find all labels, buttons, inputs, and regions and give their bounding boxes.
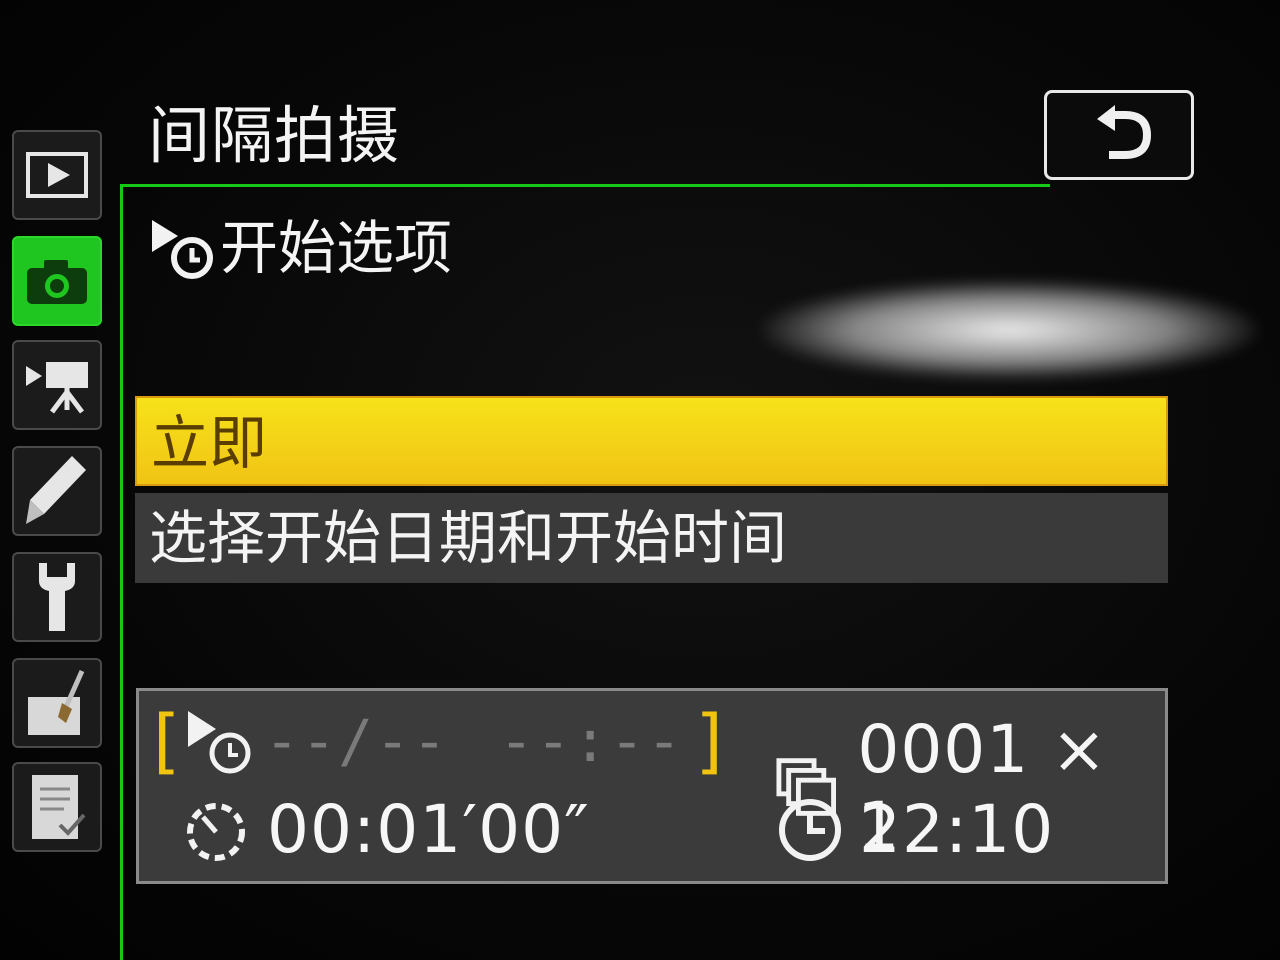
self-timer-icon [187,802,245,861]
tab-shooting-menu[interactable] [12,236,102,326]
interval-start-icon [188,711,251,774]
interval-summary-panel: [ --/-- --:-- ] 0001 × 1 00:01′00″ 22:10 [136,688,1168,884]
start-options-heading: 开始选项 [148,212,452,284]
bracket-open: [ [153,700,181,782]
clock-icon [779,798,841,861]
interval-value: 00:01′00″ [267,791,590,868]
option-now[interactable]: 立即 [135,396,1168,486]
clock-row: 22:10 [775,791,1054,868]
screen-glare [760,280,1260,380]
interval-row: 00:01′00″ [181,791,590,868]
pencil-icon [26,456,86,524]
tab-custom-settings-menu[interactable] [12,446,102,536]
start-options-label: 开始选项 [220,214,453,282]
retouch-brush-icon [28,669,85,735]
tab-movie-menu[interactable] [12,340,102,430]
menu-frame-left [120,184,123,960]
tab-my-menu[interactable] [12,762,102,852]
start-date-value: --/-- [264,707,449,775]
start-time-value: --:-- [498,707,684,775]
clock-value: 22:10 [859,791,1055,868]
interval-start-icon [152,220,213,279]
tab-setup-menu[interactable] [12,552,102,642]
play-icon [26,152,88,198]
tab-retouch-menu[interactable] [12,658,102,748]
back-button[interactable] [1044,90,1194,180]
return-arrow-icon [1097,105,1152,159]
bracket-close: ] [695,700,723,782]
start-datetime-row: [ --/-- --:-- ] [153,705,723,777]
camera-menu-screen: 间隔拍摄 开始选项 立即 选择开始日期和开始时间 [ --/-- --:--]… [0,0,1280,960]
page-title: 间隔拍摄 [148,99,401,172]
checklist-icon [32,775,86,839]
camera-icon [27,260,87,304]
movie-camera-icon [26,362,88,414]
tab-playback-menu[interactable] [12,130,102,220]
option-choose-start-date-time[interactable]: 选择开始日期和开始时间 [135,493,1168,583]
wrench-icon [39,563,75,631]
menu-frame-top [120,184,1050,187]
